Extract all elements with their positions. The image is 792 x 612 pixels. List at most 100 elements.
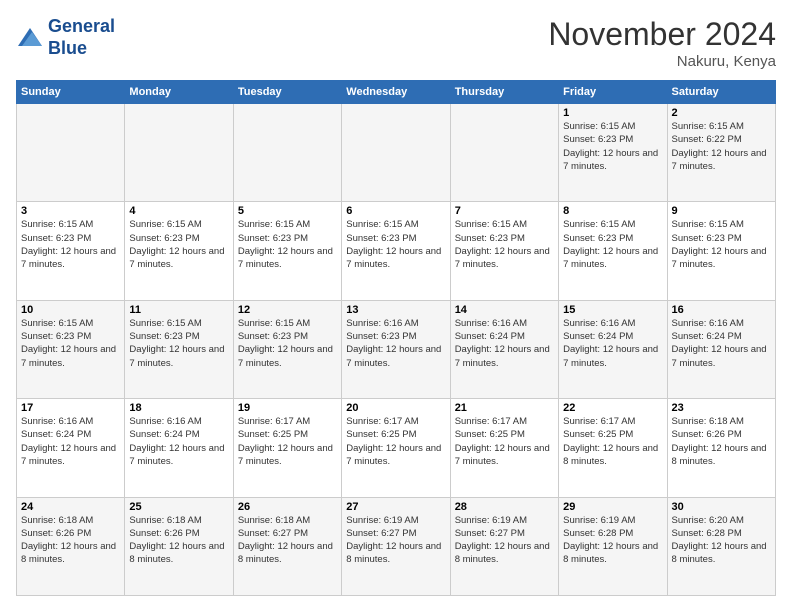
day-number: 25 (129, 501, 228, 513)
day-number: 3 (21, 205, 120, 217)
day-info: Sunrise: 6:18 AMSunset: 6:26 PMDaylight:… (21, 514, 120, 567)
calendar-cell (17, 104, 125, 202)
day-info: Sunrise: 6:16 AMSunset: 6:24 PMDaylight:… (563, 317, 662, 370)
day-info: Sunrise: 6:15 AMSunset: 6:23 PMDaylight:… (563, 218, 662, 271)
day-info: Sunrise: 6:20 AMSunset: 6:28 PMDaylight:… (672, 514, 771, 567)
day-info: Sunrise: 6:16 AMSunset: 6:24 PMDaylight:… (455, 317, 554, 370)
calendar-cell: 21Sunrise: 6:17 AMSunset: 6:25 PMDayligh… (450, 399, 558, 497)
day-info: Sunrise: 6:16 AMSunset: 6:24 PMDaylight:… (21, 415, 120, 468)
calendar-cell: 9Sunrise: 6:15 AMSunset: 6:23 PMDaylight… (667, 202, 775, 300)
day-number: 11 (129, 304, 228, 316)
day-info: Sunrise: 6:17 AMSunset: 6:25 PMDaylight:… (455, 415, 554, 468)
day-info: Sunrise: 6:18 AMSunset: 6:26 PMDaylight:… (672, 415, 771, 468)
month-title: November 2024 (548, 16, 776, 53)
day-number: 4 (129, 205, 228, 217)
weekday-header: Thursday (450, 81, 558, 104)
day-info: Sunrise: 6:15 AMSunset: 6:23 PMDaylight:… (129, 317, 228, 370)
day-number: 6 (346, 205, 445, 217)
calendar-week-row: 17Sunrise: 6:16 AMSunset: 6:24 PMDayligh… (17, 399, 776, 497)
calendar-cell: 26Sunrise: 6:18 AMSunset: 6:27 PMDayligh… (233, 497, 341, 595)
day-number: 28 (455, 501, 554, 513)
calendar-cell: 30Sunrise: 6:20 AMSunset: 6:28 PMDayligh… (667, 497, 775, 595)
day-number: 14 (455, 304, 554, 316)
calendar-cell: 24Sunrise: 6:18 AMSunset: 6:26 PMDayligh… (17, 497, 125, 595)
day-info: Sunrise: 6:15 AMSunset: 6:23 PMDaylight:… (21, 218, 120, 271)
calendar-cell: 3Sunrise: 6:15 AMSunset: 6:23 PMDaylight… (17, 202, 125, 300)
calendar-cell: 1Sunrise: 6:15 AMSunset: 6:23 PMDaylight… (559, 104, 667, 202)
day-info: Sunrise: 6:18 AMSunset: 6:27 PMDaylight:… (238, 514, 337, 567)
calendar-cell: 29Sunrise: 6:19 AMSunset: 6:28 PMDayligh… (559, 497, 667, 595)
logo-text: General Blue (48, 16, 115, 59)
day-info: Sunrise: 6:16 AMSunset: 6:24 PMDaylight:… (129, 415, 228, 468)
calendar-cell: 25Sunrise: 6:18 AMSunset: 6:26 PMDayligh… (125, 497, 233, 595)
day-info: Sunrise: 6:19 AMSunset: 6:27 PMDaylight:… (455, 514, 554, 567)
day-info: Sunrise: 6:15 AMSunset: 6:23 PMDaylight:… (563, 120, 662, 173)
header: General Blue November 2024 Nakuru, Kenya (16, 16, 776, 70)
day-info: Sunrise: 6:15 AMSunset: 6:23 PMDaylight:… (672, 218, 771, 271)
weekday-header: Friday (559, 81, 667, 104)
day-info: Sunrise: 6:17 AMSunset: 6:25 PMDaylight:… (238, 415, 337, 468)
day-info: Sunrise: 6:17 AMSunset: 6:25 PMDaylight:… (563, 415, 662, 468)
calendar-cell: 15Sunrise: 6:16 AMSunset: 6:24 PMDayligh… (559, 300, 667, 398)
page: General Blue November 2024 Nakuru, Kenya… (0, 0, 792, 612)
day-number: 16 (672, 304, 771, 316)
day-info: Sunrise: 6:17 AMSunset: 6:25 PMDaylight:… (346, 415, 445, 468)
day-number: 10 (21, 304, 120, 316)
day-number: 24 (21, 501, 120, 513)
day-number: 9 (672, 205, 771, 217)
day-number: 12 (238, 304, 337, 316)
weekday-header: Saturday (667, 81, 775, 104)
day-info: Sunrise: 6:15 AMSunset: 6:22 PMDaylight:… (672, 120, 771, 173)
day-number: 20 (346, 402, 445, 414)
day-info: Sunrise: 6:19 AMSunset: 6:28 PMDaylight:… (563, 514, 662, 567)
calendar-cell: 12Sunrise: 6:15 AMSunset: 6:23 PMDayligh… (233, 300, 341, 398)
calendar-week-row: 3Sunrise: 6:15 AMSunset: 6:23 PMDaylight… (17, 202, 776, 300)
calendar-cell: 17Sunrise: 6:16 AMSunset: 6:24 PMDayligh… (17, 399, 125, 497)
weekday-header: Tuesday (233, 81, 341, 104)
day-info: Sunrise: 6:19 AMSunset: 6:27 PMDaylight:… (346, 514, 445, 567)
calendar-cell: 8Sunrise: 6:15 AMSunset: 6:23 PMDaylight… (559, 202, 667, 300)
day-number: 23 (672, 402, 771, 414)
calendar-cell (342, 104, 450, 202)
calendar-cell: 18Sunrise: 6:16 AMSunset: 6:24 PMDayligh… (125, 399, 233, 497)
calendar-week-row: 1Sunrise: 6:15 AMSunset: 6:23 PMDaylight… (17, 104, 776, 202)
day-number: 1 (563, 107, 662, 119)
day-number: 18 (129, 402, 228, 414)
calendar-cell (125, 104, 233, 202)
day-info: Sunrise: 6:15 AMSunset: 6:23 PMDaylight:… (455, 218, 554, 271)
day-info: Sunrise: 6:15 AMSunset: 6:23 PMDaylight:… (129, 218, 228, 271)
day-number: 2 (672, 107, 771, 119)
calendar-week-row: 24Sunrise: 6:18 AMSunset: 6:26 PMDayligh… (17, 497, 776, 595)
calendar-cell: 28Sunrise: 6:19 AMSunset: 6:27 PMDayligh… (450, 497, 558, 595)
day-info: Sunrise: 6:15 AMSunset: 6:23 PMDaylight:… (238, 317, 337, 370)
day-number: 29 (563, 501, 662, 513)
day-info: Sunrise: 6:15 AMSunset: 6:23 PMDaylight:… (238, 218, 337, 271)
calendar-cell: 20Sunrise: 6:17 AMSunset: 6:25 PMDayligh… (342, 399, 450, 497)
calendar-cell (233, 104, 341, 202)
weekday-header: Wednesday (342, 81, 450, 104)
calendar-cell: 19Sunrise: 6:17 AMSunset: 6:25 PMDayligh… (233, 399, 341, 497)
calendar-cell (450, 104, 558, 202)
calendar-cell: 6Sunrise: 6:15 AMSunset: 6:23 PMDaylight… (342, 202, 450, 300)
calendar-cell: 4Sunrise: 6:15 AMSunset: 6:23 PMDaylight… (125, 202, 233, 300)
logo-icon (16, 24, 44, 52)
weekday-header: Monday (125, 81, 233, 104)
logo: General Blue (16, 16, 115, 59)
title-block: November 2024 Nakuru, Kenya (548, 16, 776, 70)
day-number: 26 (238, 501, 337, 513)
day-info: Sunrise: 6:16 AMSunset: 6:23 PMDaylight:… (346, 317, 445, 370)
day-number: 27 (346, 501, 445, 513)
calendar-cell: 10Sunrise: 6:15 AMSunset: 6:23 PMDayligh… (17, 300, 125, 398)
day-number: 19 (238, 402, 337, 414)
calendar-cell: 11Sunrise: 6:15 AMSunset: 6:23 PMDayligh… (125, 300, 233, 398)
day-number: 21 (455, 402, 554, 414)
calendar-header-row: SundayMondayTuesdayWednesdayThursdayFrid… (17, 81, 776, 104)
calendar-cell: 27Sunrise: 6:19 AMSunset: 6:27 PMDayligh… (342, 497, 450, 595)
day-number: 13 (346, 304, 445, 316)
day-number: 22 (563, 402, 662, 414)
calendar-cell: 7Sunrise: 6:15 AMSunset: 6:23 PMDaylight… (450, 202, 558, 300)
day-info: Sunrise: 6:18 AMSunset: 6:26 PMDaylight:… (129, 514, 228, 567)
day-number: 7 (455, 205, 554, 217)
calendar-cell: 13Sunrise: 6:16 AMSunset: 6:23 PMDayligh… (342, 300, 450, 398)
calendar-week-row: 10 Sunrise: 6:15 AMSunset: 6:23 PMDayligh… (17, 300, 776, 398)
